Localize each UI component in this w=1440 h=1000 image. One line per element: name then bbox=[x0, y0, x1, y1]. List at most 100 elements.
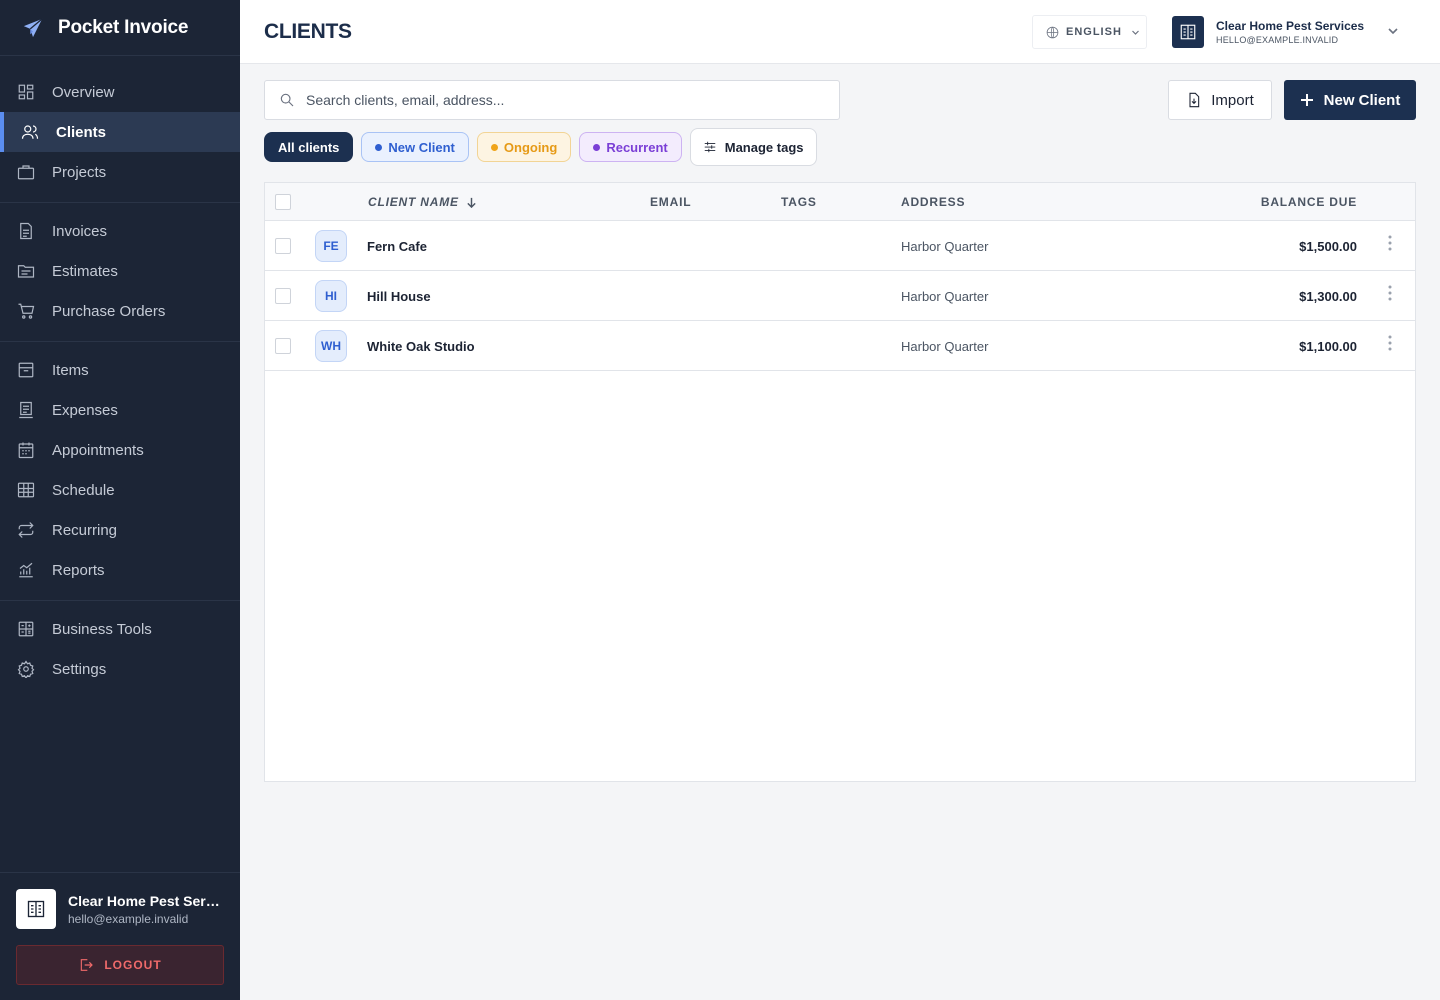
paper-plane-icon bbox=[23, 17, 43, 37]
tag-dot bbox=[375, 143, 383, 151]
client-balance: $1,100.00 bbox=[1299, 339, 1357, 354]
chevron-down-icon[interactable] bbox=[1387, 25, 1399, 37]
client-address: Harbor Quarter bbox=[901, 239, 989, 254]
client-avatar: HI bbox=[315, 280, 347, 312]
filter-new-client[interactable]: New Client bbox=[361, 132, 469, 162]
column-balance-due: BALANCE DUE bbox=[1260, 195, 1357, 209]
sidebar-item-items[interactable]: Items bbox=[0, 350, 240, 390]
search-icon bbox=[280, 93, 294, 107]
filter-all-clients[interactable]: All clients bbox=[264, 132, 354, 162]
table-row[interactable]: FE Fern Cafe Harbor Quarter $1,500.00 bbox=[265, 221, 1415, 271]
more-vertical-icon[interactable] bbox=[1388, 285, 1392, 301]
globe-icon bbox=[1046, 26, 1059, 38]
box-icon bbox=[17, 361, 35, 379]
new-client-label: New Client bbox=[1323, 91, 1401, 109]
language-selector[interactable]: ENGLISH bbox=[1032, 15, 1147, 49]
manage-tags-button[interactable]: Manage tags bbox=[689, 128, 817, 166]
sidebar-item-recurring[interactable]: Recurring bbox=[0, 510, 240, 550]
client-name[interactable]: White Oak Studio bbox=[367, 339, 475, 354]
column-label: CLIENT NAME bbox=[368, 195, 459, 209]
cart-icon bbox=[17, 302, 35, 320]
sidebar-item-label: Appointments bbox=[52, 441, 144, 459]
sidebar-user-email: hello@example.invalid bbox=[68, 911, 189, 926]
filter-label: Manage tags bbox=[724, 139, 804, 155]
filter-label: Ongoing bbox=[503, 139, 558, 155]
calculator-icon bbox=[17, 620, 35, 638]
sidebar-item-schedule[interactable]: Schedule bbox=[0, 470, 240, 510]
row-checkbox[interactable] bbox=[275, 338, 291, 354]
filter-label: New Client bbox=[388, 139, 455, 155]
client-balance: $1,300.00 bbox=[1299, 289, 1357, 304]
sidebar-item-label: Overview bbox=[52, 83, 115, 101]
import-label: Import bbox=[1211, 91, 1254, 109]
sidebar-footer: Clear Home Pest Services hello@example.i… bbox=[0, 872, 240, 1000]
sidebar-item-label: Schedule bbox=[52, 481, 115, 499]
repeat-icon bbox=[17, 521, 35, 539]
app-name: Pocket Invoice bbox=[58, 16, 189, 38]
nav-group-operations: Items Expenses Appointments Schedule Rec… bbox=[0, 342, 240, 601]
sidebar-item-label: Expenses bbox=[52, 401, 118, 419]
row-checkbox[interactable] bbox=[275, 288, 291, 304]
table-header: CLIENT NAME EMAIL TAGS ADDRESS BALANCE D… bbox=[265, 183, 1415, 221]
sidebar-item-purchase-orders[interactable]: Purchase Orders bbox=[0, 291, 240, 331]
sidebar-item-label: Settings bbox=[52, 660, 107, 678]
receipt-icon bbox=[17, 401, 35, 419]
logout-icon bbox=[81, 959, 94, 971]
table-row[interactable]: WH White Oak Studio Harbor Quarter $1,10… bbox=[265, 321, 1415, 371]
gear-icon bbox=[17, 660, 35, 678]
column-client-name[interactable]: CLIENT NAME bbox=[368, 195, 477, 209]
filter-ongoing[interactable]: Ongoing bbox=[476, 132, 572, 162]
search-input[interactable] bbox=[306, 92, 826, 108]
arrow-down-icon bbox=[467, 197, 476, 208]
sliders-icon bbox=[704, 141, 715, 153]
sidebar-item-overview[interactable]: Overview bbox=[0, 72, 240, 112]
client-name[interactable]: Fern Cafe bbox=[367, 239, 427, 254]
client-address: Harbor Quarter bbox=[901, 289, 989, 304]
more-vertical-icon[interactable] bbox=[1388, 235, 1392, 251]
brand[interactable]: Pocket Invoice bbox=[0, 0, 240, 56]
sidebar-item-appointments[interactable]: Appointments bbox=[0, 430, 240, 470]
sidebar-item-invoices[interactable]: Invoices bbox=[0, 211, 240, 251]
folder-icon bbox=[17, 262, 35, 280]
sidebar-item-clients[interactable]: Clients bbox=[0, 112, 240, 152]
sidebar-item-business-tools[interactable]: Business Tools bbox=[0, 609, 240, 649]
select-all-checkbox[interactable] bbox=[275, 194, 291, 210]
sidebar-item-settings[interactable]: Settings bbox=[0, 649, 240, 689]
logout-button[interactable]: LOGOUT bbox=[16, 945, 224, 985]
page-title: CLIENTS bbox=[264, 20, 352, 43]
sidebar-item-expenses[interactable]: Expenses bbox=[0, 390, 240, 430]
company-name: Clear Home Pest Services bbox=[1216, 19, 1365, 33]
sidebar-item-reports[interactable]: Reports bbox=[0, 550, 240, 590]
users-icon bbox=[21, 123, 39, 141]
import-button[interactable]: Import bbox=[1168, 80, 1272, 120]
company-switcher[interactable]: Clear Home Pest Services HELLO@EXAMPLE.I… bbox=[1172, 16, 1364, 48]
tag-dot bbox=[593, 143, 601, 151]
new-client-button[interactable]: New Client bbox=[1284, 80, 1416, 120]
sidebar-item-projects[interactable]: Projects bbox=[0, 152, 240, 192]
table-icon bbox=[17, 481, 35, 499]
sidebar-item-estimates[interactable]: Estimates bbox=[0, 251, 240, 291]
row-checkbox[interactable] bbox=[275, 238, 291, 254]
filter-recurrent[interactable]: Recurrent bbox=[579, 132, 682, 162]
sidebar-item-label: Business Tools bbox=[52, 620, 152, 638]
column-address: ADDRESS bbox=[901, 195, 966, 209]
search-field[interactable] bbox=[264, 80, 840, 120]
logout-label: LOGOUT bbox=[104, 958, 162, 972]
sidebar-item-label: Estimates bbox=[52, 262, 118, 280]
tag-dot bbox=[490, 143, 498, 151]
plus-icon bbox=[1300, 94, 1313, 106]
calendar-icon bbox=[17, 441, 35, 459]
column-email: EMAIL bbox=[650, 195, 692, 209]
table-row[interactable]: HI Hill House Harbor Quarter $1,300.00 bbox=[265, 271, 1415, 321]
company-email: HELLO@EXAMPLE.INVALID bbox=[1216, 35, 1339, 45]
sidebar-item-label: Invoices bbox=[52, 222, 108, 240]
filter-label: Recurrent bbox=[606, 139, 668, 155]
client-balance: $1,500.00 bbox=[1299, 239, 1357, 254]
client-name[interactable]: Hill House bbox=[367, 289, 431, 304]
sidebar-item-label: Clients bbox=[56, 123, 107, 141]
building-icon bbox=[1172, 16, 1204, 48]
nav-group-main: Overview Clients Projects bbox=[0, 56, 240, 203]
more-vertical-icon[interactable] bbox=[1388, 335, 1392, 351]
sidebar-user[interactable]: Clear Home Pest Services hello@example.i… bbox=[0, 873, 240, 929]
sidebar-user-name: Clear Home Pest Services bbox=[68, 892, 224, 909]
